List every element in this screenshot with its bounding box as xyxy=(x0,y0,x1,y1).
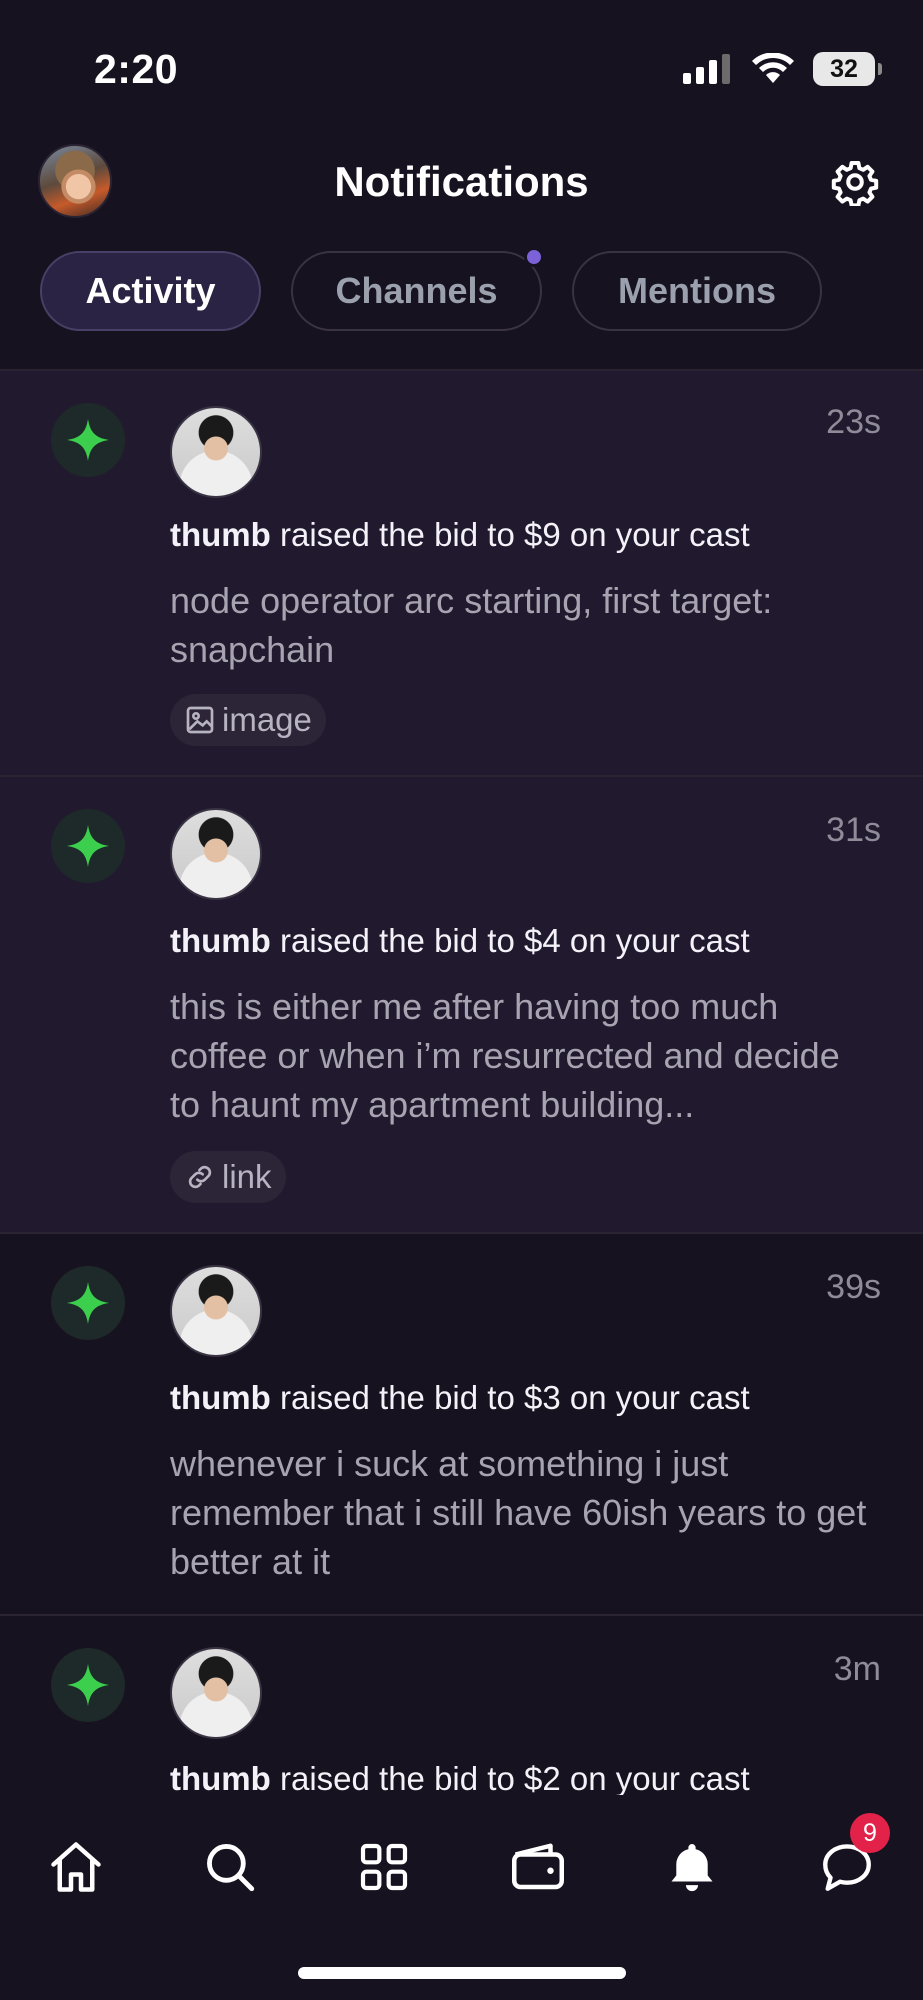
tab-activity[interactable]: Activity xyxy=(40,251,261,331)
cast-preview[interactable]: node operator arc starting, first target… xyxy=(170,576,870,674)
notification-action: raised the bid to $3 on your cast xyxy=(279,1379,750,1416)
notification-item[interactable]: 23s thumb raised the bid to $9 on your c… xyxy=(0,371,923,775)
bid-badge xyxy=(51,1266,125,1340)
channels-unread-dot xyxy=(524,247,544,267)
notification-item[interactable]: 39s thumb raised the bid to $3 on your c… xyxy=(0,1234,923,1614)
notification-item[interactable]: 31s thumb raised the bid to $4 on your c… xyxy=(0,777,923,1232)
battery-indicator: 32 xyxy=(813,52,882,86)
actor-name[interactable]: thumb xyxy=(170,1760,271,1795)
notification-time: 31s xyxy=(826,811,881,849)
cellular-signal-icon xyxy=(683,54,730,84)
actor-name[interactable]: thumb xyxy=(170,1379,271,1416)
nav-home[interactable] xyxy=(44,1835,108,1899)
embed-chip-link: link xyxy=(170,1151,286,1203)
notification-time: 39s xyxy=(826,1268,881,1306)
actor-avatar[interactable] xyxy=(170,808,262,900)
notification-tabs: Activity Channels Mentions xyxy=(0,250,923,334)
notification-headline: thumb raised the bid to $3 on your cast xyxy=(170,1379,890,1417)
sparkle-icon xyxy=(66,824,110,868)
notification-item[interactable]: 3m thumb raised the bid to $2 on your ca… xyxy=(0,1616,923,1795)
wifi-icon xyxy=(752,53,794,83)
messages-badge: 9 xyxy=(850,1813,890,1853)
bid-badge xyxy=(51,403,125,477)
search-icon xyxy=(207,1844,255,1892)
link-icon xyxy=(188,1165,212,1189)
embed-chip-image: image xyxy=(170,694,326,746)
page-title: Notifications xyxy=(334,158,589,205)
bell-icon xyxy=(671,1844,713,1892)
nav-wallet[interactable] xyxy=(506,1835,570,1899)
status-time: 2:20 xyxy=(94,46,179,92)
sparkle-icon xyxy=(66,418,110,462)
wallet-icon xyxy=(512,1843,564,1890)
nav-search[interactable] xyxy=(198,1835,262,1899)
nav-notifications[interactable] xyxy=(660,1835,724,1899)
actor-avatar[interactable] xyxy=(170,1647,262,1739)
notification-time: 23s xyxy=(826,403,881,441)
grid-icon xyxy=(360,1843,408,1891)
sparkle-icon xyxy=(66,1663,110,1707)
home-icon xyxy=(51,1842,101,1892)
actor-avatar[interactable] xyxy=(170,1265,262,1357)
tab-channels[interactable]: Channels xyxy=(291,251,542,331)
settings-gear-icon[interactable] xyxy=(831,158,879,206)
actor-avatar[interactable] xyxy=(170,406,262,498)
sparkle-icon xyxy=(66,1281,110,1325)
embed-label: image xyxy=(222,701,312,738)
tab-mentions[interactable]: Mentions xyxy=(572,251,822,331)
status-icons: 32 xyxy=(683,52,882,86)
actor-name[interactable]: thumb xyxy=(170,922,271,959)
notification-headline: thumb raised the bid to $4 on your cast xyxy=(170,922,890,960)
bid-badge xyxy=(51,809,125,883)
cast-preview[interactable]: this is either me after having too much … xyxy=(170,982,875,1129)
notification-action: raised the bid to $9 on your cast xyxy=(279,516,750,553)
bid-badge xyxy=(51,1648,125,1722)
notification-headline: thumb raised the bid to $2 on your cast xyxy=(170,1760,890,1795)
notification-action: raised the bid to $4 on your cast xyxy=(279,922,750,959)
header: Notifications xyxy=(0,130,923,240)
notification-time: 3m xyxy=(833,1650,881,1688)
notification-headline: thumb raised the bid to $9 on your cast xyxy=(170,516,890,554)
home-indicator[interactable] xyxy=(298,1967,626,1979)
status-bar: 2:20 32 xyxy=(0,0,923,130)
embed-label: link xyxy=(222,1158,272,1195)
actor-name[interactable]: thumb xyxy=(170,516,271,553)
image-icon xyxy=(186,706,214,734)
cast-preview[interactable]: whenever i suck at something i just reme… xyxy=(170,1439,875,1586)
app: 2:20 32 Notifications Activity Channels … xyxy=(0,0,923,2000)
notification-action: raised the bid to $2 on your cast xyxy=(279,1760,750,1795)
nav-explore[interactable] xyxy=(352,1835,416,1899)
